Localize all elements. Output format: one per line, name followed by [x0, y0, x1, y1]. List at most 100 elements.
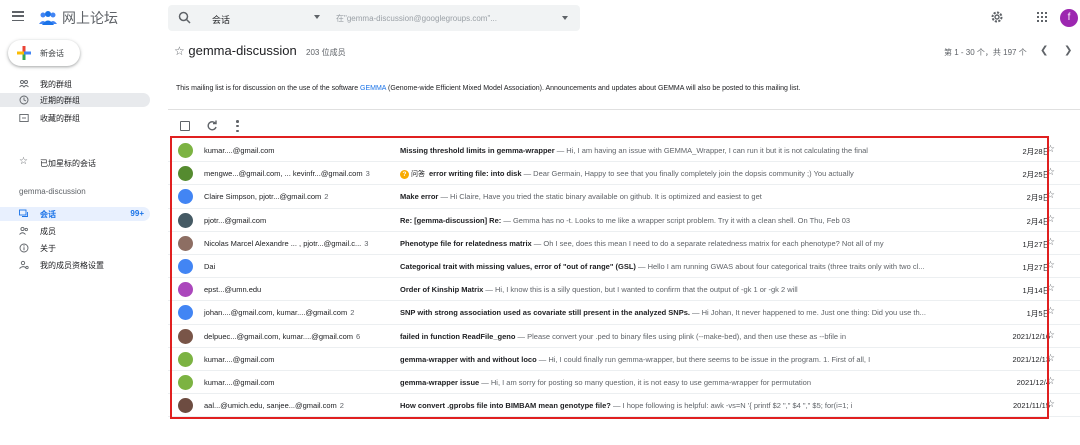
search-options-icon[interactable]	[562, 16, 568, 20]
star-icon[interactable]: ☆	[1046, 283, 1055, 294]
description-text: This mailing list is for discussion on t…	[176, 85, 361, 92]
search-box[interactable]: 会话 在"gemma-discussion@googlegroups.com".…	[168, 5, 580, 31]
thread-date: 2021/12/13	[1012, 354, 1050, 364]
participants-text: Claire Simpson, pjotr...@gmail.com	[204, 192, 322, 202]
table-row[interactable]: kumar....@gmail.com Missing threshold li…	[168, 139, 1080, 163]
refresh-icon[interactable]	[206, 119, 218, 133]
question-icon: ?	[400, 170, 409, 180]
star-icon[interactable]: ☆	[1046, 330, 1055, 341]
table-row[interactable]: kumar....@gmail.com gemma-wrapper issue …	[168, 371, 1080, 395]
subject-text: Order of Kinship Matrix	[400, 285, 484, 295]
table-row[interactable]: epst...@umn.edu Order of Kinship Matrix …	[168, 278, 1080, 302]
members-icon	[19, 226, 28, 235]
thread-participants: kumar....@gmail.com	[204, 355, 278, 364]
star-icon[interactable]: ☆	[1046, 214, 1055, 225]
sidebar-item-recent-groups[interactable]: 近期的群组	[0, 93, 150, 107]
subject-text: Re: [gemma-discussion] Re:	[400, 215, 502, 225]
search-icon[interactable]	[178, 11, 191, 24]
star-icon[interactable]: ☆	[1046, 144, 1055, 155]
star-icon[interactable]: ☆	[1046, 306, 1055, 317]
snippet-text: — Hi, I am having an issue with GEMMA_Wr…	[554, 146, 868, 155]
gear-icon[interactable]	[990, 10, 1004, 24]
conversation-count: 99+	[130, 209, 144, 218]
group-title-text: gemma-discussion	[188, 43, 297, 58]
table-row[interactable]: kumar....@gmail.com gemma-wrapper with a…	[168, 348, 1080, 371]
star-icon[interactable]: ☆	[1046, 260, 1055, 271]
subject-text: gemma-wrapper with and without loco	[400, 354, 537, 364]
more-options-icon[interactable]	[236, 120, 239, 132]
chevron-right-icon[interactable]: ❯	[1064, 45, 1072, 56]
thread-date: 2021/12/4	[1016, 377, 1050, 387]
message-count: 6	[356, 331, 361, 341]
participants-text: mengwe...@gmail.com, ... kevinfr...@gmai…	[204, 169, 363, 179]
star-icon[interactable]: ☆	[1046, 353, 1055, 364]
plus-icon	[17, 46, 31, 60]
snippet-text: — Gemma has no -t. Looks to me like a wr…	[501, 215, 851, 225]
member-settings-icon	[19, 260, 29, 270]
star-icon[interactable]: ☆	[1046, 399, 1055, 410]
snippet-text: — Hi, I could finally run gemma-wrapper,…	[536, 354, 871, 364]
table-row[interactable]: Nicolas Marcel Alexandre ... , pjotr...@…	[168, 232, 1080, 255]
table-row[interactable]: johan....@gmail.com, kumar....@gmail.com…	[168, 301, 1080, 325]
participants-text: kumar....@gmail.com	[204, 377, 275, 387]
sidebar-item-starred[interactable]: ☆ 已加星标的会话	[0, 156, 150, 170]
sidebar-item-conversations[interactable]: 会话 99+	[0, 207, 150, 221]
snippet-text: — Please convert your .ped to binary fil…	[515, 331, 847, 341]
thread-participants: kumar....@gmail.com	[204, 378, 278, 387]
star-icon[interactable]: ☆	[174, 44, 185, 58]
sidebar-item-members[interactable]: 成员	[0, 224, 150, 238]
chevron-left-icon[interactable]: ❮	[1040, 45, 1048, 56]
thread-subject: gemma-wrapper issue — Hi, I am sorry for…	[400, 378, 1080, 387]
thread-participants: delpuec...@gmail.com, kumar....@gmail.co…	[204, 332, 360, 341]
thread-participants: Nicolas Marcel Alexandre ... , pjotr...@…	[204, 239, 368, 248]
table-row[interactable]: delpuec...@gmail.com, kumar....@gmail.co…	[168, 325, 1080, 348]
sidebar-item-favorite-groups[interactable]: 收藏的群组	[0, 111, 150, 125]
table-row[interactable]: Dai Categorical trait with missing value…	[168, 255, 1080, 279]
thread-participants: Dai	[204, 262, 218, 271]
sidebar-item-label: 会话	[40, 210, 56, 219]
sidebar-item-label: 关于	[40, 244, 56, 253]
subject-text: failed in function ReadFile_geno	[400, 331, 516, 341]
sidebar-item-label: 我的成员资格设置	[40, 261, 104, 270]
thread-subject: Make error — Hi Claire, Have you tried t…	[400, 192, 1080, 201]
gemma-link[interactable]: GEMMA	[360, 85, 386, 92]
table-row[interactable]: mengwe...@gmail.com, ... kevinfr...@gmai…	[168, 162, 1080, 186]
scope-placeholder[interactable]: 在"gemma-discussion@googlegroups.com"...	[336, 13, 497, 24]
sidebar-item-my-groups[interactable]: 我的群组	[0, 77, 150, 91]
star-icon[interactable]: ☆	[1046, 376, 1055, 387]
groups-logo-icon	[39, 11, 57, 25]
star-icon[interactable]: ☆	[1046, 190, 1055, 201]
star-icon[interactable]: ☆	[1046, 237, 1055, 248]
thread-date: 2021/12/16	[1012, 331, 1050, 341]
table-row[interactable]: Claire Simpson, pjotr...@gmail.com 2 Make…	[168, 185, 1080, 209]
search-input[interactable]: 会话	[212, 13, 230, 26]
thread-participants: mengwe...@gmail.com, ... kevinfr...@gmai…	[204, 169, 370, 178]
avatar	[178, 212, 193, 228]
sidebar-item-membership-settings[interactable]: 我的成员资格设置	[0, 258, 150, 272]
account-avatar[interactable]: f	[1060, 9, 1078, 27]
participants-text: delpuec...@gmail.com, kumar....@gmail.co…	[204, 331, 354, 341]
thread-participants: aal...@umich.edu, sanjee...@gmail.com 2	[204, 401, 344, 410]
divider	[168, 109, 1080, 110]
message-count: 2	[339, 401, 344, 411]
thread-subject: Re: [gemma-discussion] Re: — Gemma has n…	[400, 216, 1080, 225]
subject-text: error writing file: into disk	[429, 169, 522, 179]
participants-text: pjotr...@gmail.com	[204, 215, 267, 225]
scope-dropdown-icon[interactable]	[314, 15, 320, 19]
participants-text: kumar....@gmail.com	[204, 146, 275, 155]
info-icon	[19, 243, 29, 253]
table-row[interactable]: aal...@umich.edu, sanjee...@gmail.com 2 H…	[168, 394, 1080, 418]
avatar	[178, 258, 193, 274]
select-all-checkbox[interactable]	[180, 121, 190, 131]
sidebar-item-label: 成员	[40, 227, 56, 236]
groups-logo[interactable]: 网上论坛	[38, 8, 118, 28]
new-conversation-button[interactable]: 新会话	[8, 40, 80, 66]
pagination-label: 第 1 - 30 个，共 197 个	[944, 48, 1027, 57]
table-row[interactable]: pjotr...@gmail.com Re: [gemma-discussion…	[168, 209, 1080, 232]
apps-grid-icon[interactable]	[1037, 12, 1047, 22]
member-count: 203 位成员	[306, 48, 346, 57]
main-menu-icon[interactable]	[12, 11, 24, 21]
thread-participants: johan....@gmail.com, kumar....@gmail.com…	[204, 308, 354, 317]
star-icon[interactable]: ☆	[1046, 167, 1055, 178]
sidebar-item-about[interactable]: 关于	[0, 241, 150, 255]
